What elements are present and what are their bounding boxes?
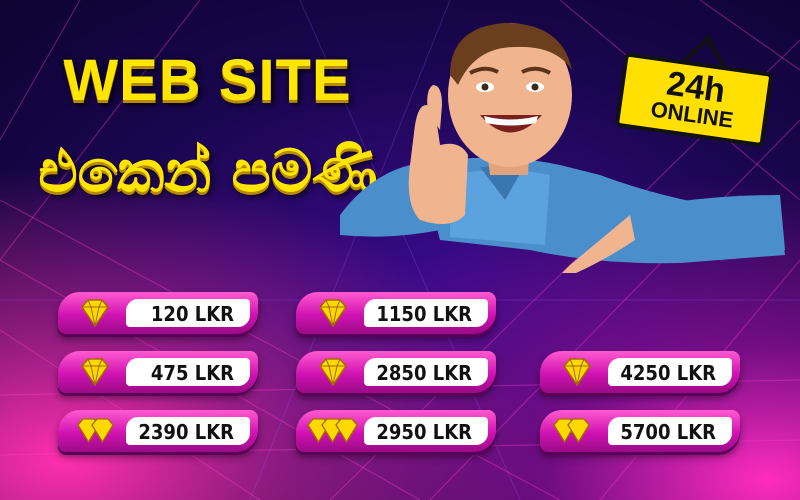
price-button-2850[interactable]: 2850 LKR — [296, 351, 496, 393]
price-button-1150[interactable]: 1150 LKR — [296, 292, 496, 334]
price-button-2390[interactable]: 2390 LKR — [58, 410, 258, 452]
price-label: 5700 LKR — [620, 420, 716, 444]
price-label: 2950 LKR — [376, 420, 472, 444]
price-label: 1150 LKR — [376, 302, 472, 326]
promo-banner: WEB SITE එකෙන් පමණි 24h ONLINE 120 LKR 1… — [0, 0, 800, 500]
sign-board: 24h ONLINE — [614, 52, 774, 148]
price-button-4250[interactable]: 4250 LKR — [540, 351, 740, 393]
price-label: 475 LKR — [150, 361, 234, 385]
price-button-2950[interactable]: 2950 LKR — [296, 410, 496, 452]
price-label: 4250 LKR — [620, 361, 716, 385]
price-button-475[interactable]: 475 LKR — [58, 351, 258, 393]
price-button-120[interactable]: 120 LKR — [58, 292, 258, 334]
price-label: 2390 LKR — [138, 420, 234, 444]
price-label: 120 LKR — [150, 302, 234, 326]
price-button-5700[interactable]: 5700 LKR — [540, 410, 740, 452]
price-label: 2850 LKR — [376, 361, 472, 385]
